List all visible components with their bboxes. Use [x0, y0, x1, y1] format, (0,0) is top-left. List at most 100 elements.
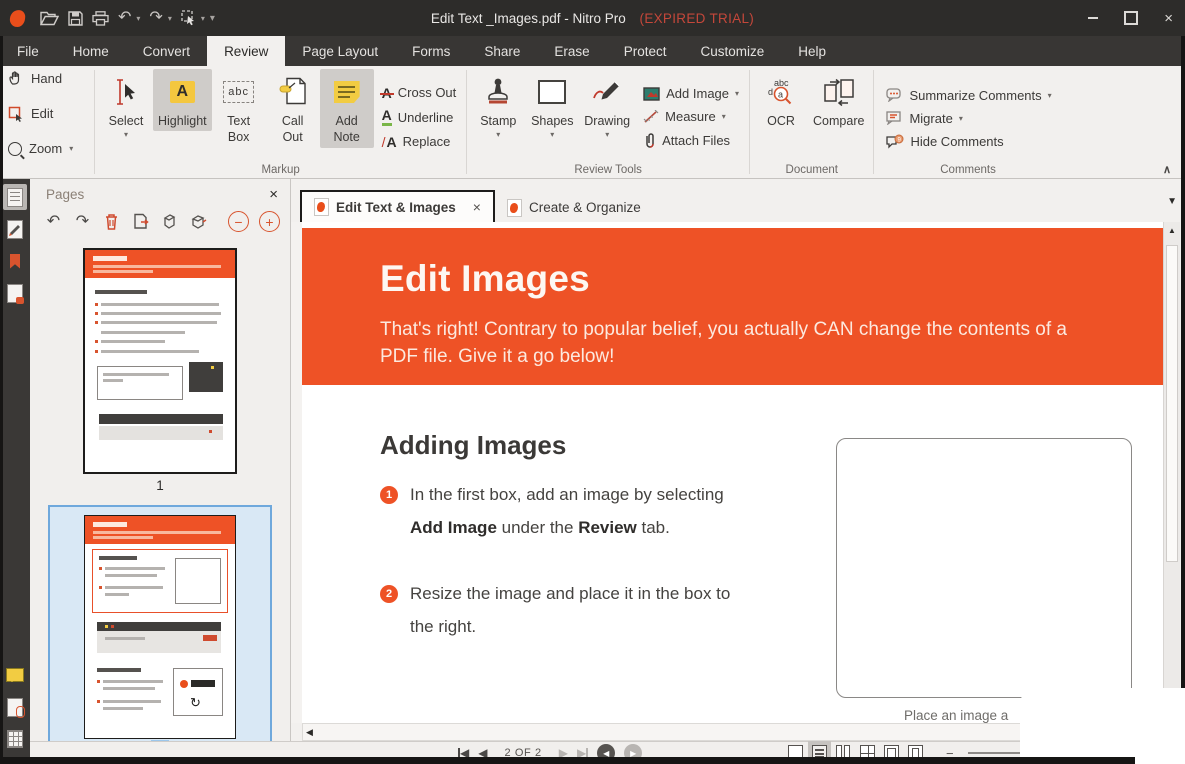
select-button[interactable]: Select ▾	[99, 69, 153, 143]
step-1-line-1: In the first box, add an image by select…	[410, 485, 724, 505]
redo-dropdown-icon[interactable]: ▾	[168, 14, 172, 23]
zoom-dropdown-icon[interactable]: ▾	[69, 144, 73, 153]
undo-dropdown-icon[interactable]: ▾	[136, 14, 140, 23]
minimize-button[interactable]	[1088, 17, 1098, 19]
step-2-line-2: the right.	[410, 617, 476, 637]
pages-panel-button[interactable]	[3, 184, 27, 210]
stamp-dropdown-icon[interactable]: ▾	[496, 130, 500, 140]
document-tab-bar: Edit Text & Images × Create & Organize	[300, 188, 1155, 222]
maximize-button[interactable]	[1124, 11, 1138, 25]
doc-tab-create-organize[interactable]: Create & Organize	[495, 193, 653, 222]
migrate-icon	[886, 111, 903, 125]
summarize-comments-button[interactable]: Summarize Comments ▾	[886, 88, 1051, 103]
ocr-button[interactable]: abcda OCR	[754, 69, 808, 131]
select-dropdown-icon[interactable]: ▾	[124, 130, 128, 140]
stamp-button[interactable]: Stamp ▾	[471, 69, 525, 143]
drawing-dropdown-icon[interactable]: ▾	[605, 130, 609, 140]
rotate-right-icon[interactable]: ↷	[73, 212, 92, 231]
tab-share[interactable]: Share	[467, 36, 537, 66]
open-file-icon[interactable]	[40, 11, 59, 26]
tab-forms[interactable]: Forms	[395, 36, 467, 66]
ribbon: Hand Edit Zoom ▾ Select ▾ A	[0, 66, 1185, 179]
delete-page-icon[interactable]	[102, 212, 121, 231]
drawing-button[interactable]: Drawing ▾	[579, 69, 635, 143]
tab-customize[interactable]: Customize	[683, 36, 781, 66]
tab-list-dropdown-icon[interactable]: ▼	[1167, 196, 1177, 207]
save-icon[interactable]	[68, 11, 83, 26]
zoom-tool-button[interactable]: Zoom ▾	[8, 141, 88, 156]
shapes-button[interactable]: Shapes ▾	[525, 69, 579, 143]
insert-page-icon[interactable]	[189, 212, 208, 231]
pages-panel-close-icon[interactable]: ×	[269, 186, 278, 203]
summarize-comments-dropdown-icon[interactable]: ▾	[1048, 91, 1052, 100]
highlight-button[interactable]: A Highlight	[153, 69, 212, 131]
tab-help[interactable]: Help	[781, 36, 843, 66]
select-cursor-icon	[113, 74, 139, 110]
print-icon[interactable]	[92, 11, 109, 26]
extract-page-icon[interactable]	[131, 212, 150, 231]
edit-tool-button[interactable]: Edit	[8, 106, 88, 122]
add-image-button[interactable]: Add Image ▾	[643, 86, 739, 101]
tab-protect[interactable]: Protect	[607, 36, 684, 66]
tab-page-layout[interactable]: Page Layout	[285, 36, 395, 66]
comments-small-buttons: Summarize Comments ▾ Migrate ▾ 9 Hide Co…	[878, 69, 1057, 161]
compare-button[interactable]: Compare	[808, 69, 869, 131]
step-1-badge: 1	[380, 486, 398, 504]
signatures-panel-button[interactable]	[3, 216, 27, 242]
bookmarks-panel-button[interactable]	[3, 248, 27, 274]
select-tool-dropdown-icon[interactable]: ▾	[201, 14, 205, 23]
tab-home[interactable]: Home	[56, 36, 126, 66]
output-panel-button[interactable]	[3, 726, 27, 752]
rotate-left-icon[interactable]: ↶	[44, 212, 63, 231]
shapes-dropdown-icon[interactable]: ▾	[550, 130, 554, 140]
page-1-thumbnail[interactable]: 1	[83, 248, 237, 493]
vertical-scrollbar-thumb[interactable]	[1166, 245, 1178, 562]
redo-icon[interactable]: ↷	[149, 10, 162, 26]
document-group: abcda OCR Compare Document	[750, 66, 873, 178]
select-tool-icon[interactable]	[181, 10, 196, 26]
collapse-ribbon-icon[interactable]: ∧	[1163, 163, 1171, 176]
summarize-comments-icon	[886, 88, 903, 102]
zoom-out-thumbnails-button[interactable]: −	[228, 211, 249, 232]
close-button[interactable]: ×	[1164, 11, 1173, 26]
doc-tab-edit-text-images[interactable]: Edit Text & Images ×	[300, 190, 495, 222]
shapes-icon	[537, 74, 567, 110]
markup-group: Select ▾ A Highlight abc Text Box Call O…	[95, 66, 466, 178]
image-placeholder-box[interactable]	[836, 438, 1132, 698]
nitro-doc-icon	[507, 199, 522, 217]
replace-button[interactable]: /A Replace	[382, 134, 457, 149]
page-2-thumbnail-selected[interactable]: ↻ 2	[48, 505, 272, 764]
doc-tab-close-icon[interactable]: ×	[473, 199, 481, 215]
cross-out-button[interactable]: A Cross Out	[382, 85, 457, 100]
scroll-left-icon[interactable]: ◀	[303, 727, 313, 738]
add-image-dropdown-icon[interactable]: ▾	[735, 89, 739, 98]
measure-dropdown-icon[interactable]: ▾	[722, 112, 726, 121]
migrate-dropdown-icon[interactable]: ▾	[959, 114, 963, 123]
zoom-in-thumbnails-button[interactable]: +	[259, 211, 280, 232]
page-banner: Edit Images That's right! Contrary to po…	[302, 228, 1163, 385]
comments-panel-button[interactable]	[3, 662, 27, 688]
scroll-up-icon[interactable]: ▲	[1164, 222, 1180, 238]
attachments-panel-button[interactable]	[3, 694, 27, 720]
hide-comments-button[interactable]: 9 Hide Comments	[886, 134, 1051, 149]
attach-files-button[interactable]: Attach Files	[643, 132, 739, 148]
window-border-left	[0, 36, 3, 764]
step-2-line-1: Resize the image and place it in the box…	[410, 584, 730, 604]
migrate-button[interactable]: Migrate ▾	[886, 111, 1051, 126]
tab-review[interactable]: Review	[207, 36, 285, 66]
security-panel-button[interactable]	[3, 280, 27, 306]
tab-erase[interactable]: Erase	[537, 36, 606, 66]
tab-file[interactable]: File	[0, 36, 56, 66]
vertical-scrollbar[interactable]: ▲	[1163, 222, 1180, 741]
call-out-button[interactable]: Call Out	[266, 69, 320, 148]
undo-icon[interactable]: ↶	[118, 10, 131, 26]
measure-button[interactable]: Measure ▾	[643, 109, 739, 124]
text-box-button[interactable]: abc Text Box	[212, 69, 266, 148]
customize-quick-access-icon[interactable]: ▾	[210, 13, 215, 24]
hand-tool-button[interactable]: Hand	[8, 70, 88, 86]
underline-button[interactable]: A Underline	[382, 108, 457, 126]
copy-page-icon[interactable]	[160, 212, 179, 231]
add-note-button[interactable]: Add Note	[320, 69, 374, 148]
window-border-bottom	[0, 757, 1135, 764]
tab-convert[interactable]: Convert	[126, 36, 207, 66]
